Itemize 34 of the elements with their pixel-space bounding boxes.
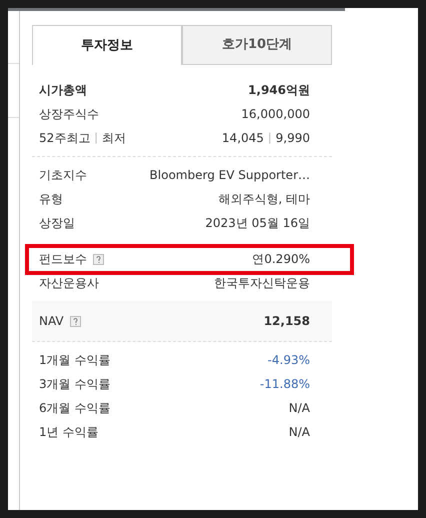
row-value: 16,000,000 <box>241 106 310 123</box>
row-value: 12,158 <box>264 313 310 330</box>
row-value: -11.88% <box>260 376 310 393</box>
row-label: 유형 <box>39 191 63 208</box>
row-value: 연0.290% <box>252 251 310 268</box>
row-label: NAV <box>39 313 64 330</box>
row-value: 한국투자신탁운용 <box>214 275 310 292</box>
row-label: 1년 수익률 <box>39 424 98 441</box>
separator: | <box>268 130 272 146</box>
row-value: 2023년 05월 16일 <box>205 215 310 232</box>
row-label: 상장주식수 <box>39 106 99 123</box>
row-value: -4.93% <box>268 352 310 369</box>
separator: | <box>94 130 98 146</box>
row-label: 52주최고 <box>39 130 90 147</box>
help-icon[interactable] <box>70 316 81 326</box>
row-label: 3개월 수익률 <box>39 376 110 393</box>
row-value: Bloomberg EV Supporter… <box>150 167 310 184</box>
row-label: 펀드보수 <box>39 251 87 268</box>
row-label: 6개월 수익률 <box>39 400 110 417</box>
help-icon[interactable] <box>93 254 104 264</box>
row-value: 1,946억원 <box>248 82 310 99</box>
row-value: N/A <box>288 424 310 441</box>
tab[interactable]: 투자정보 <box>32 25 182 65</box>
row-value: 9,990 <box>276 130 310 147</box>
row-label: 상장일 <box>39 215 75 232</box>
row-value: 해외주식형, 테마 <box>218 191 310 208</box>
row-value: 14,045 <box>222 130 264 147</box>
row-label: 자산운용사 <box>39 275 99 292</box>
row-label: 기초지수 <box>39 167 87 184</box>
row-value: N/A <box>288 400 310 417</box>
row-label: 최저 <box>102 130 126 147</box>
row-label: 1개월 수익률 <box>39 352 110 369</box>
row-label: 시가총액 <box>39 82 87 99</box>
tab[interactable]: 호가10단계 <box>182 25 332 65</box>
